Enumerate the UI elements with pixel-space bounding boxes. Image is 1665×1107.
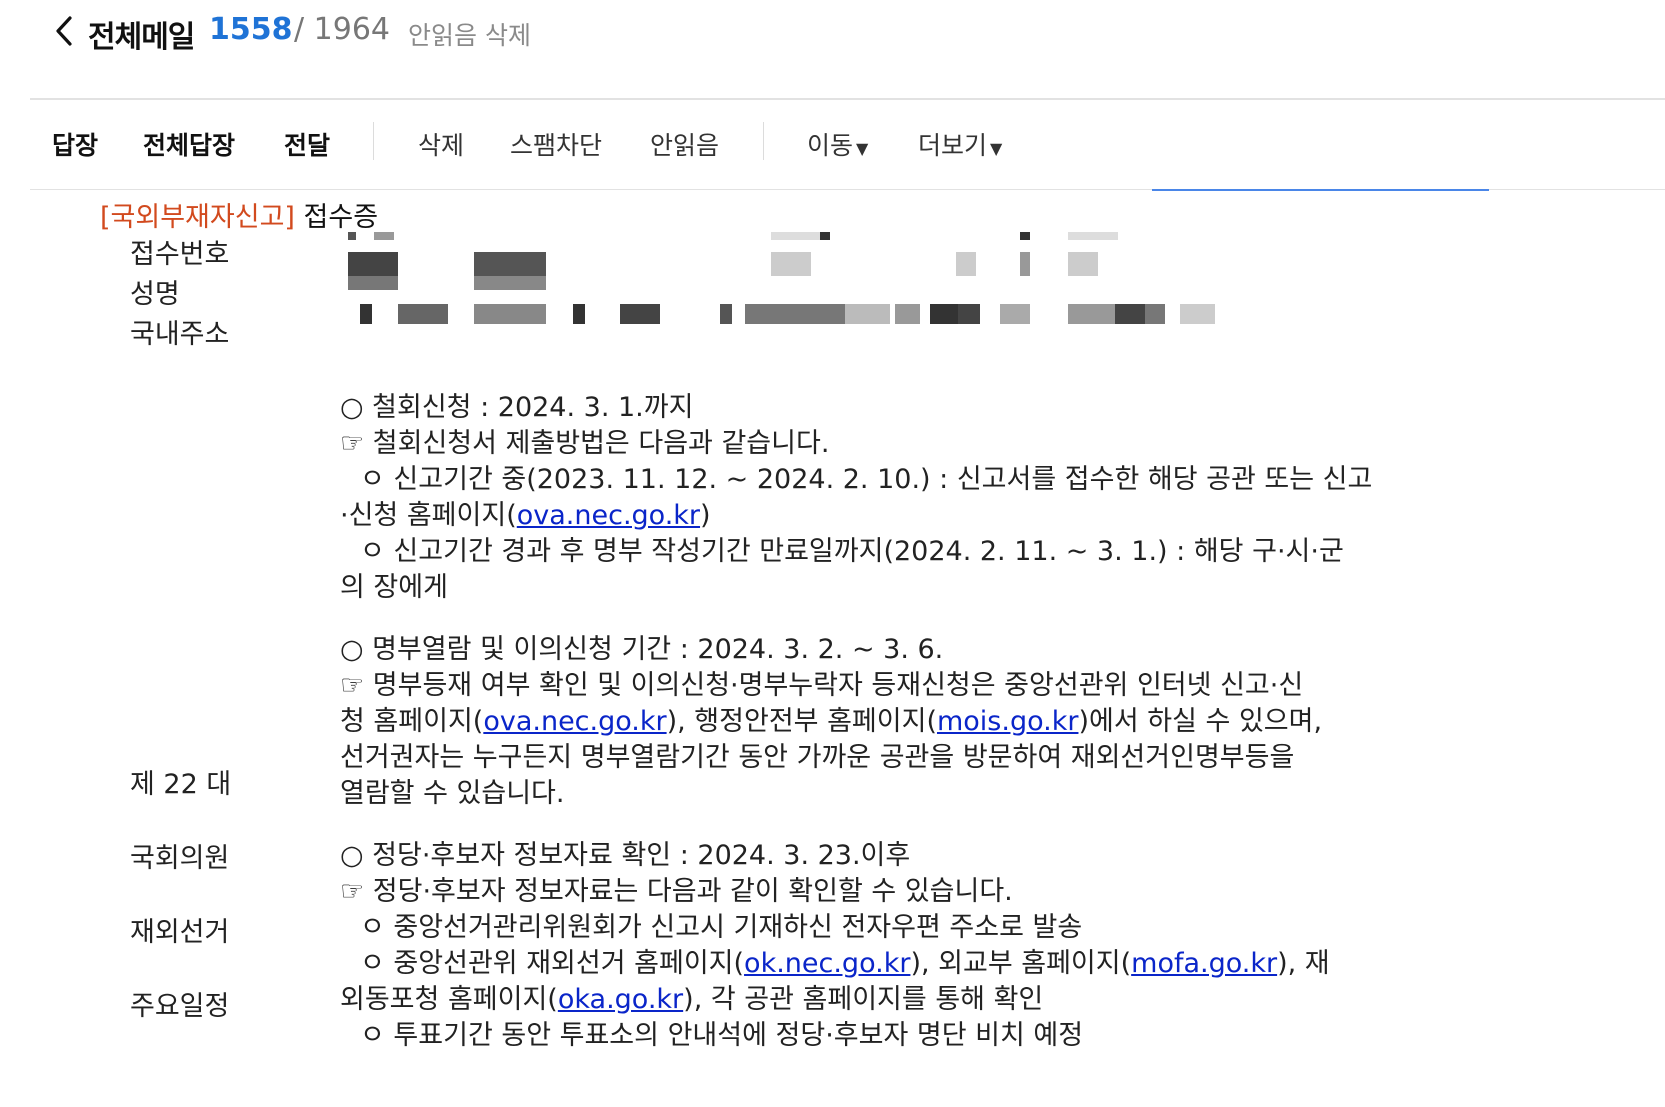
- text: ): [700, 500, 711, 531]
- mois-link[interactable]: mois.go.kr: [937, 706, 1078, 737]
- ova-link[interactable]: ova.nec.go.kr: [517, 500, 700, 531]
- address-label: 국내주소: [130, 319, 230, 350]
- roll-inspection-section: ○ 명부열람 및 이의신청 기간 : 2024. 3. 2. ~ 3. 6. ☞…: [340, 632, 1322, 812]
- candidate-note: ☞ 정당·후보자 정보자료는 다음과 같이 확인할 수 있습니다.: [340, 876, 1013, 907]
- receipt-number-label: 접수번호: [130, 239, 230, 270]
- text: ㅇ 중앙선관위 재외선거 홈페이지(: [360, 948, 745, 979]
- roll-line-3: 선거권자는 누구든지 명부열람기간 동안 가까운 공관을 방문하여 재외선거인명…: [340, 742, 1295, 773]
- caret-down-icon: ▼: [990, 139, 1003, 158]
- delete-unread-button[interactable]: 안읽음 삭제: [408, 16, 531, 52]
- withdrawal-heading: ○ 철회신청 : 2024. 3. 1.까지: [340, 392, 694, 423]
- election-label-line2: 국회의원: [130, 843, 230, 874]
- election-label-line1: 제 22 대: [130, 769, 232, 800]
- mail-toolbar: 답장 전체답장 전달 삭제 스팸차단 안읽음 이동 ▼ 더보기 ▼: [0, 100, 1665, 190]
- block-spam-button[interactable]: 스팸차단: [510, 126, 602, 162]
- candidate-bullet-2-cont: 외동포청 홈페이지(oka.go.kr), 각 공관 홈페이지를 통해 확인: [340, 982, 1330, 1018]
- candidate-info-section: ○ 정당·후보자 정보자료 확인 : 2024. 3. 23.이후 ☞ 정당·후…: [340, 838, 1330, 1054]
- name-label: 성명: [130, 279, 180, 310]
- back-arrow-icon[interactable]: [52, 14, 76, 48]
- text: 외동포청 홈페이지(: [340, 984, 558, 1015]
- subject-text: 접수증: [294, 202, 379, 233]
- text: ), 외교부 홈페이지(: [910, 948, 1132, 979]
- mail-body: [국외부재자신고] 접수증 접수번호 성명 국내주소 제 22 대 국회의원 재…: [0, 190, 1665, 1107]
- text: ·신청 홈페이지(: [340, 500, 517, 531]
- roll-heading: ○ 명부열람 및 이의신청 기간 : 2024. 3. 2. ~ 3. 6.: [340, 634, 944, 665]
- text: ), 재: [1277, 948, 1330, 979]
- candidate-bullet-1: ㅇ 중앙선거관리위원회가 신고시 기재하신 전자우편 주소로 발송: [360, 912, 1083, 943]
- withdrawal-section: ○ 철회신청 : 2024. 3. 1.까지 ☞ 철회신청서 제출방법은 다음과…: [340, 390, 1372, 606]
- ok-nec-link[interactable]: ok.nec.go.kr: [744, 948, 910, 979]
- mark-unread-button[interactable]: 안읽음: [650, 126, 719, 162]
- withdrawal-bullet-1: ㅇ 신고기간 중(2023. 11. 12. ~ 2024. 2. 10.) :…: [360, 464, 1373, 495]
- candidate-bullet-2: ㅇ 중앙선관위 재외선거 홈페이지(ok.nec.go.kr), 외교부 홈페이…: [340, 946, 1330, 982]
- text: ), 각 공관 홈페이지를 통해 확인: [683, 984, 1044, 1015]
- toolbar-separator: [763, 122, 764, 160]
- total-count: / 1964: [294, 12, 390, 47]
- caret-down-icon: ▼: [856, 139, 869, 158]
- election-label-line3: 재외선거: [130, 917, 230, 948]
- delete-button[interactable]: 삭제: [418, 126, 464, 162]
- more-label: 더보기: [918, 131, 988, 160]
- withdrawal-bullet-1-cont: ·신청 홈페이지(ova.nec.go.kr): [340, 498, 1372, 534]
- text: )에서 하실 수 있으며,: [1078, 706, 1323, 737]
- ova-link[interactable]: ova.nec.go.kr: [483, 706, 666, 737]
- subject-tag: [국외부재자신고]: [100, 202, 295, 233]
- page-title: 전체메일: [88, 20, 195, 55]
- forward-button[interactable]: 전달: [284, 126, 330, 162]
- withdrawal-note: ☞ 철회신청서 제출방법은 다음과 같습니다.: [340, 428, 830, 459]
- withdrawal-bullet-2: ㅇ 신고기간 경과 후 명부 작성기간 만료일까지(2024. 2. 11. ~…: [360, 536, 1344, 567]
- roll-line-4: 열람할 수 있습니다.: [340, 778, 565, 809]
- roll-line-2: 청 홈페이지(ova.nec.go.kr), 행정안전부 홈페이지(mois.g…: [340, 704, 1322, 740]
- mofa-link[interactable]: mofa.go.kr: [1131, 948, 1277, 979]
- roll-note: ☞ 명부등재 여부 확인 및 이의신청·명부누락자 등재신청은 중앙선관위 인터…: [340, 670, 1304, 701]
- unread-count: 1558: [209, 12, 293, 47]
- mail-header: 전체메일 1558 / 1964 안읽음 삭제: [0, 0, 1665, 95]
- withdrawal-bullet-2-cont: 의 장에게: [340, 572, 448, 603]
- toolbar-separator: [373, 122, 374, 160]
- reply-all-button[interactable]: 전체답장: [143, 126, 235, 162]
- candidate-heading: ○ 정당·후보자 정보자료 확인 : 2024. 3. 23.이후: [340, 840, 911, 871]
- mail-subject: [국외부재자신고] 접수증: [100, 195, 378, 234]
- move-label: 이동: [807, 131, 854, 160]
- move-dropdown[interactable]: 이동 ▼: [807, 126, 868, 162]
- reply-button[interactable]: 답장: [52, 126, 98, 162]
- election-label-line4: 주요일정: [130, 991, 230, 1022]
- text: ), 행정안전부 홈페이지(: [666, 706, 937, 737]
- oka-link[interactable]: oka.go.kr: [558, 984, 683, 1015]
- more-dropdown[interactable]: 더보기 ▼: [918, 126, 1002, 162]
- candidate-bullet-3: ㅇ 투표기간 동안 투표소의 안내석에 정당·후보자 명단 비치 예정: [360, 1020, 1084, 1051]
- text: 청 홈페이지(: [340, 706, 484, 737]
